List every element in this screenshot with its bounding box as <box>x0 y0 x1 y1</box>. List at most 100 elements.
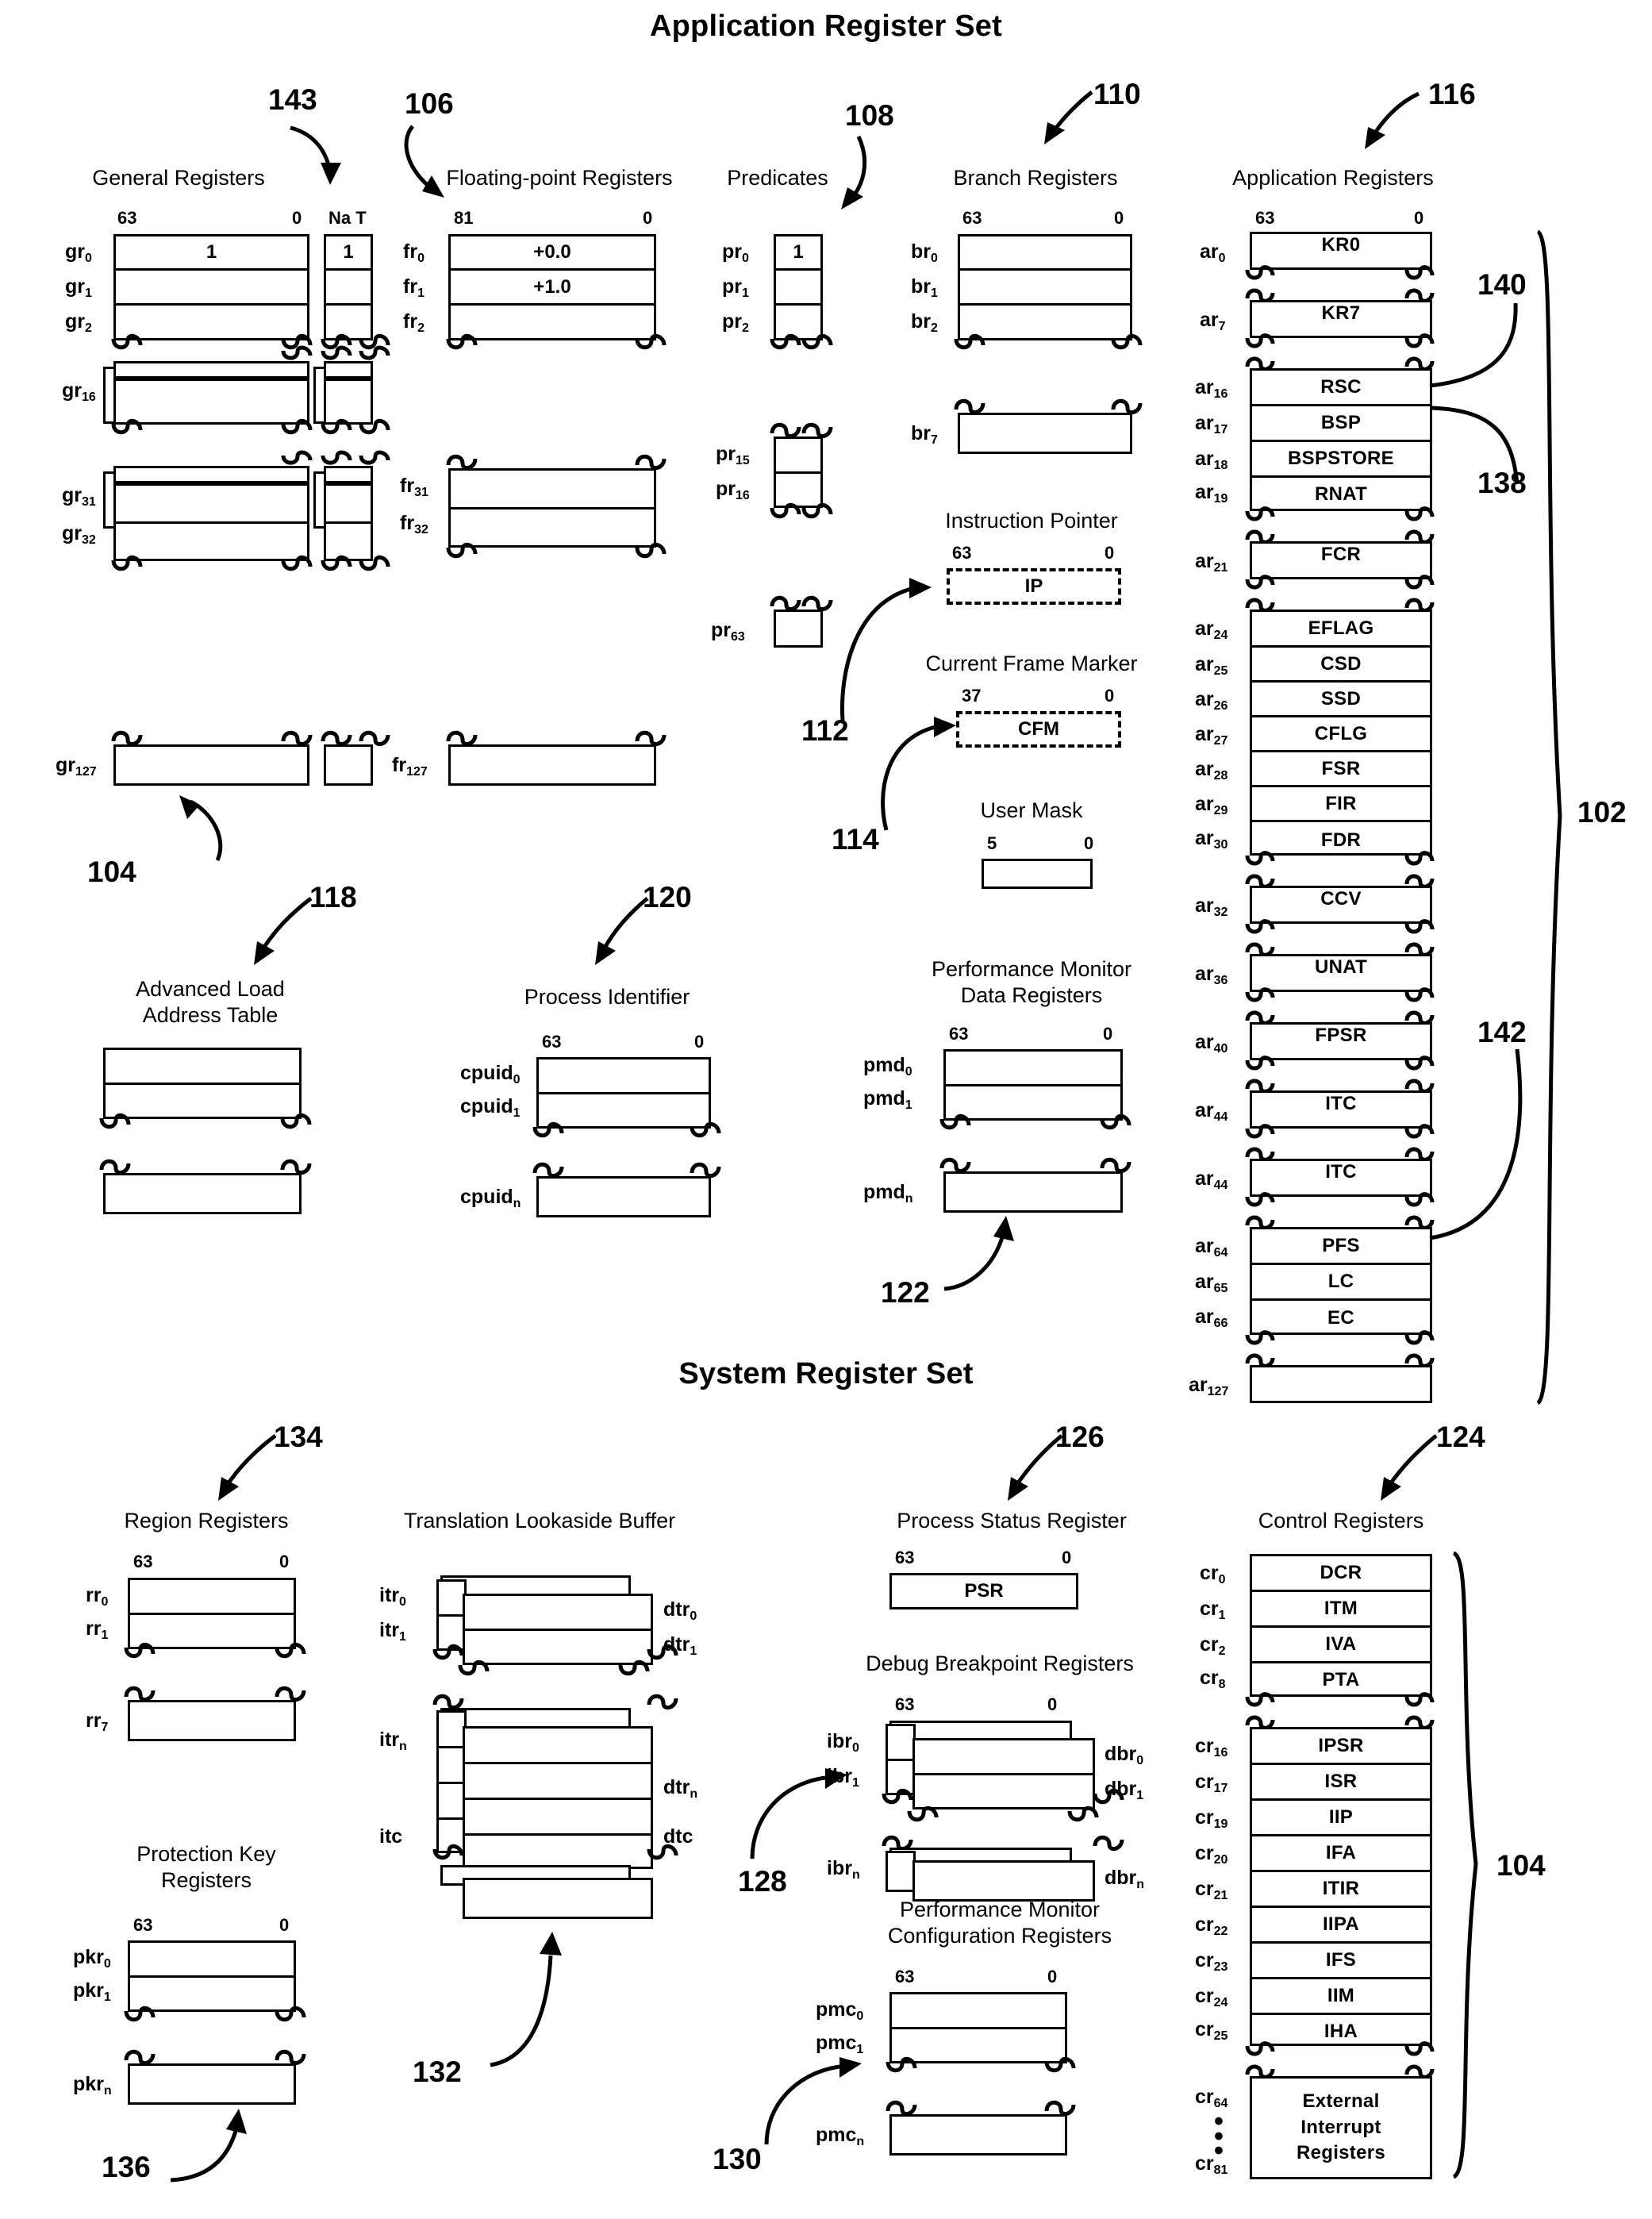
gr-block-0-2: 1 <box>113 234 309 340</box>
row-label-ar44b: ar44 <box>1195 1167 1228 1192</box>
pkr-block-n <box>128 2063 296 2105</box>
ar-row-name-27: CFLG <box>1314 722 1368 744</box>
row-label-pmd0: pmd0 <box>863 1054 912 1079</box>
gr-block-31-32 <box>113 483 309 561</box>
ar-row-name-65: LC <box>1327 1271 1354 1292</box>
ref-128: 128 <box>738 1865 787 1898</box>
break-squiggle-icon <box>99 1113 312 1129</box>
ref-126: 126 <box>1055 1421 1105 1453</box>
psr-bit-63: 63 <box>895 1548 915 1567</box>
ar-row-name-32: CCV <box>1320 888 1362 910</box>
cpuid-bit-63: 63 <box>542 1032 562 1052</box>
row-label-gr0: gr0 <box>65 240 92 265</box>
row-label-gr31: gr31 <box>62 484 96 509</box>
row-label-cpuid1: cpuid1 <box>460 1095 521 1120</box>
cr-ext-line1: External <box>1302 2090 1380 2113</box>
br-bit-63: 63 <box>962 208 982 228</box>
dbr-title: Debug Breakpoint Registers <box>866 1652 1134 1675</box>
ref-104-general: 104 <box>87 856 136 888</box>
ref-112: 112 <box>801 714 849 747</box>
ar36-block: UNAT <box>1250 954 1432 992</box>
row-label-ar19: ar19 <box>1195 481 1228 506</box>
row-label-cr25: cr25 <box>1195 2018 1228 2043</box>
ip-box: IP <box>947 568 1121 605</box>
break-squiggle-icon <box>1245 333 1435 371</box>
row-label-cr2: cr2 <box>1200 1633 1226 1658</box>
break-squiggle-icon <box>1245 919 1435 957</box>
row-label-cr17: cr17 <box>1195 1771 1228 1795</box>
arrow-104-icon <box>179 795 223 862</box>
ref-122: 122 <box>881 1276 930 1309</box>
br-bit-0: 0 <box>1114 208 1124 228</box>
ar0-block: KR0 <box>1250 232 1432 270</box>
row-label-ar26: ar26 <box>1195 688 1228 713</box>
leader-140-icon <box>1429 302 1518 388</box>
cr-row-name-19: IIP <box>1328 1806 1354 1828</box>
row-label-dtr1: dtr1 <box>663 1633 697 1658</box>
cr-row-name-24: IIM <box>1327 1985 1355 2006</box>
row-label-ar18: ar18 <box>1195 448 1228 472</box>
row-label-ar40: ar40 <box>1195 1031 1228 1056</box>
ar-row-name-26: SSD <box>1320 687 1362 710</box>
row-label-cr81: cr81 <box>1195 2152 1228 2177</box>
break-squiggle-icon <box>886 2100 1076 2117</box>
break-squiggle-icon <box>1245 265 1435 303</box>
current-frame-marker-title: Current Frame Marker <box>925 652 1138 675</box>
ar-block-24-30: EFLAG CSD SSD CFLG FSR FIR FDR <box>1250 610 1432 856</box>
row-label-fr32: fr32 <box>400 512 428 536</box>
ar21-block: FCR <box>1250 541 1432 579</box>
ar-row-name-21: FCR <box>1320 544 1362 565</box>
ref-130: 130 <box>713 2143 762 2175</box>
break-squiggle-icon <box>770 422 833 439</box>
instruction-pointer-title: Instruction Pointer <box>945 509 1118 533</box>
user-mask-box <box>982 859 1093 889</box>
row-label-ar29: ar29 <box>1195 793 1228 817</box>
row-label-rr1: rr1 <box>86 1617 109 1642</box>
row-label-ar17: ar17 <box>1195 412 1228 436</box>
pmc-title-line1: Performance Monitor <box>899 1898 1101 1921</box>
pmc-bit-0: 0 <box>1047 1967 1058 1986</box>
row-label-pr1: pr1 <box>722 275 749 300</box>
row-label-fr127: fr127 <box>392 754 428 779</box>
app-section-title: Application Register Set <box>650 10 1002 43</box>
rr7-block <box>128 1700 296 1741</box>
arrow-112-icon <box>840 578 932 721</box>
um-bit-0: 0 <box>1084 833 1094 853</box>
ar-row-name-64: PFS <box>1322 1235 1360 1256</box>
row-label-br7: br7 <box>911 422 938 447</box>
row-label-itr0: itr0 <box>379 1584 406 1609</box>
br-block-0-2 <box>958 234 1132 340</box>
tlb-dtr-block-top <box>463 1594 653 1665</box>
ar-row-name-24: EFLAG <box>1308 617 1374 639</box>
ref-120: 120 <box>643 881 692 913</box>
ref-114: 114 <box>832 823 879 856</box>
gr16-block <box>113 379 309 425</box>
region-registers-title: Region Registers <box>124 1509 289 1533</box>
row-label-ibr0: ibr0 <box>827 1730 859 1755</box>
pmc-title: Performance Monitor Configuration Regist… <box>793 1897 1206 1949</box>
gr31-top-sliver <box>113 466 309 483</box>
cr-row-name-25: IHA <box>1324 2021 1358 2042</box>
row-label-cr1: cr1 <box>1200 1598 1226 1622</box>
pr-block-0-2: 1 <box>774 234 823 340</box>
row-label-pmcn: pmcn <box>816 2124 865 2148</box>
gr127-block <box>113 744 309 786</box>
tlb-title: Translation Lookaside Buffer <box>403 1509 676 1533</box>
ref-134: 134 <box>274 1421 323 1453</box>
pmd-bit-63: 63 <box>949 1024 969 1044</box>
ip-bit-0: 0 <box>1105 543 1115 563</box>
process-identifier-title: Process Identifier <box>524 985 690 1009</box>
cr-ext-line2: Interrupt <box>1300 2116 1381 2138</box>
row-label-ar36: ar36 <box>1195 963 1228 987</box>
row-label-ar7: ar7 <box>1200 309 1226 333</box>
ar-row-name-16: RSC <box>1320 376 1362 398</box>
row-label-pmd1: pmd1 <box>863 1087 912 1112</box>
ar-row-name-66: EC <box>1327 1306 1354 1329</box>
ref-118: 118 <box>309 881 357 913</box>
ref-140: 140 <box>1477 268 1527 301</box>
row-label-dbr1: dbr1 <box>1105 1778 1144 1802</box>
row-label-gr1: gr1 <box>65 275 92 300</box>
pmd-title-line2: Data Registers <box>960 983 1103 1007</box>
gr-bit-63: 63 <box>117 208 137 228</box>
ar-block-16-19: RSC BSP BSPSTORE RNAT <box>1250 368 1432 511</box>
